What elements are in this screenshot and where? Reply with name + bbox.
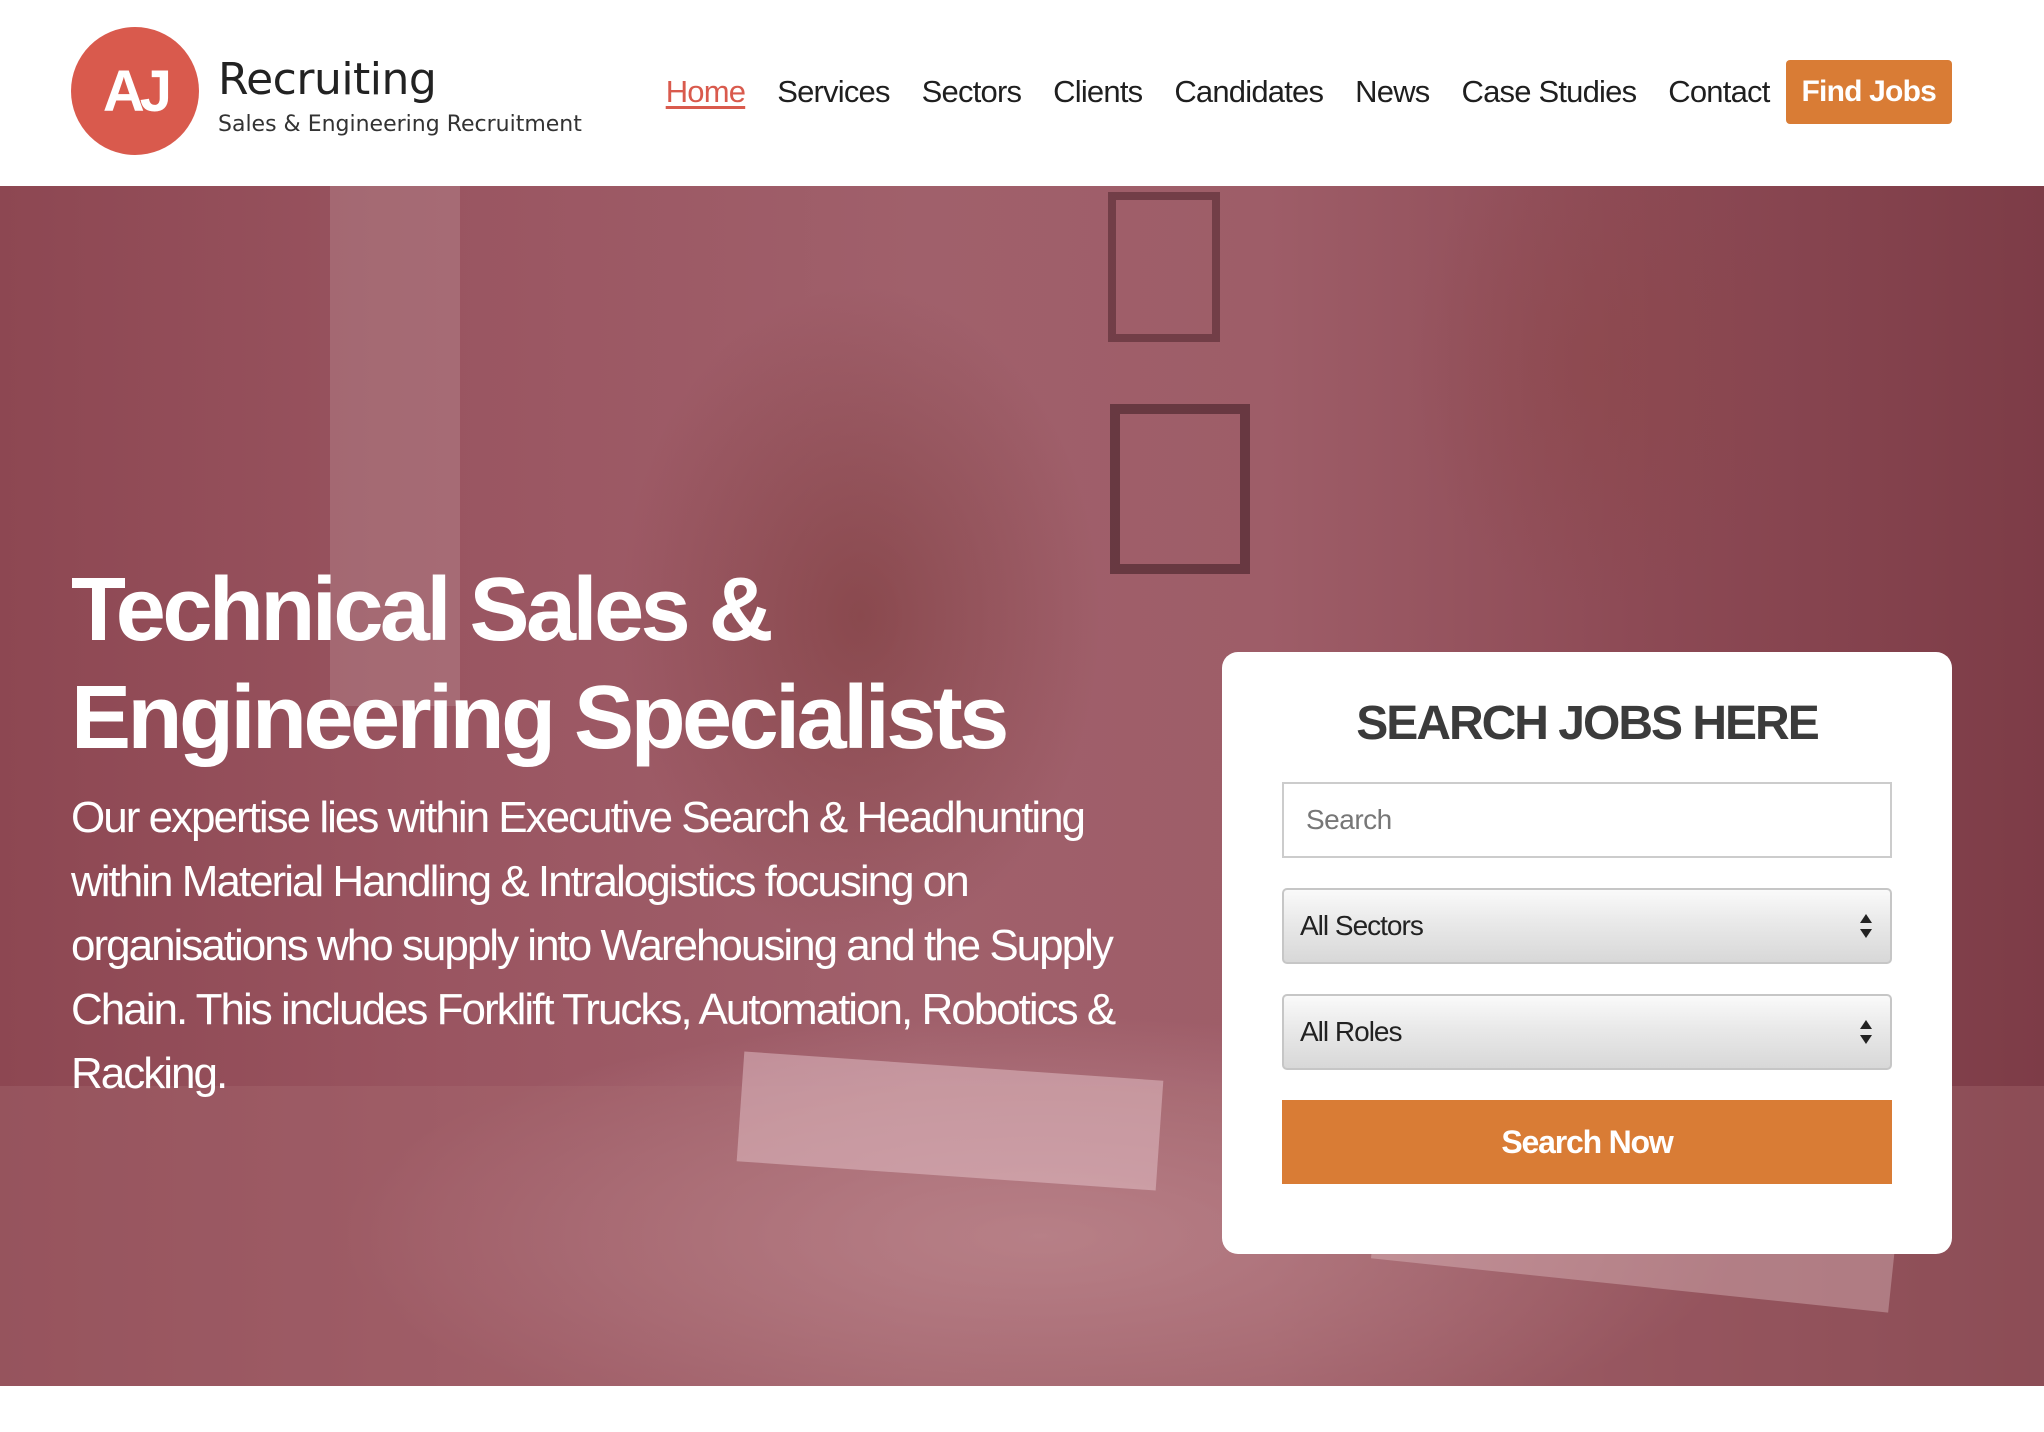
hero-title: Technical Sales & Engineering Specialist… — [71, 556, 1121, 772]
hero-section: Technical Sales & Engineering Specialist… — [0, 186, 2044, 1386]
find-jobs-button[interactable]: Find Jobs — [1785, 60, 1952, 124]
logo-initials: AJ — [102, 58, 172, 124]
roles-select[interactable]: All Roles — [1282, 994, 1892, 1070]
job-search-input[interactable] — [1282, 782, 1892, 858]
nav-candidates[interactable]: Candidates — [1174, 74, 1324, 110]
nav-contact[interactable]: Contact — [1668, 74, 1770, 110]
logo-mark[interactable]: AJ — [71, 27, 199, 155]
site-header: AJ Recruiting Sales & Engineering Recrui… — [0, 0, 2044, 186]
sectors-select-value: All Sectors — [1300, 910, 1424, 941]
brand-tagline: Sales & Engineering Recruitment — [218, 112, 582, 137]
select-arrows-icon — [1858, 1018, 1874, 1046]
job-search-card: SEARCH JOBS HERE All Sectors All Roles S… — [1222, 652, 1952, 1254]
nav-case-studies[interactable]: Case Studies — [1462, 74, 1638, 110]
search-card-heading: SEARCH JOBS HERE — [1356, 697, 1819, 750]
nav-home[interactable]: Home — [666, 74, 746, 110]
main-nav: Home Services Sectors Clients Candidates… — [634, 60, 1952, 124]
nav-clients[interactable]: Clients — [1053, 74, 1143, 110]
hero-title-line-1: Technical Sales & — [71, 560, 774, 660]
hero-background-picture-frame — [1108, 192, 1220, 342]
hero-background-picture-frame — [1110, 404, 1250, 574]
sectors-select[interactable]: All Sectors — [1282, 888, 1892, 964]
nav-sectors[interactable]: Sectors — [922, 74, 1022, 110]
select-arrows-icon — [1858, 912, 1874, 940]
roles-select-value: All Roles — [1300, 1016, 1402, 1047]
hero-description: Our expertise lies within Executive Sear… — [71, 793, 1116, 1098]
brand-name[interactable]: Recruiting — [218, 54, 437, 105]
search-now-button[interactable]: Search Now — [1282, 1100, 1892, 1184]
nav-news[interactable]: News — [1355, 74, 1430, 110]
nav-services[interactable]: Services — [777, 74, 890, 110]
hero-title-line-2: Engineering Specialists — [71, 668, 1009, 768]
